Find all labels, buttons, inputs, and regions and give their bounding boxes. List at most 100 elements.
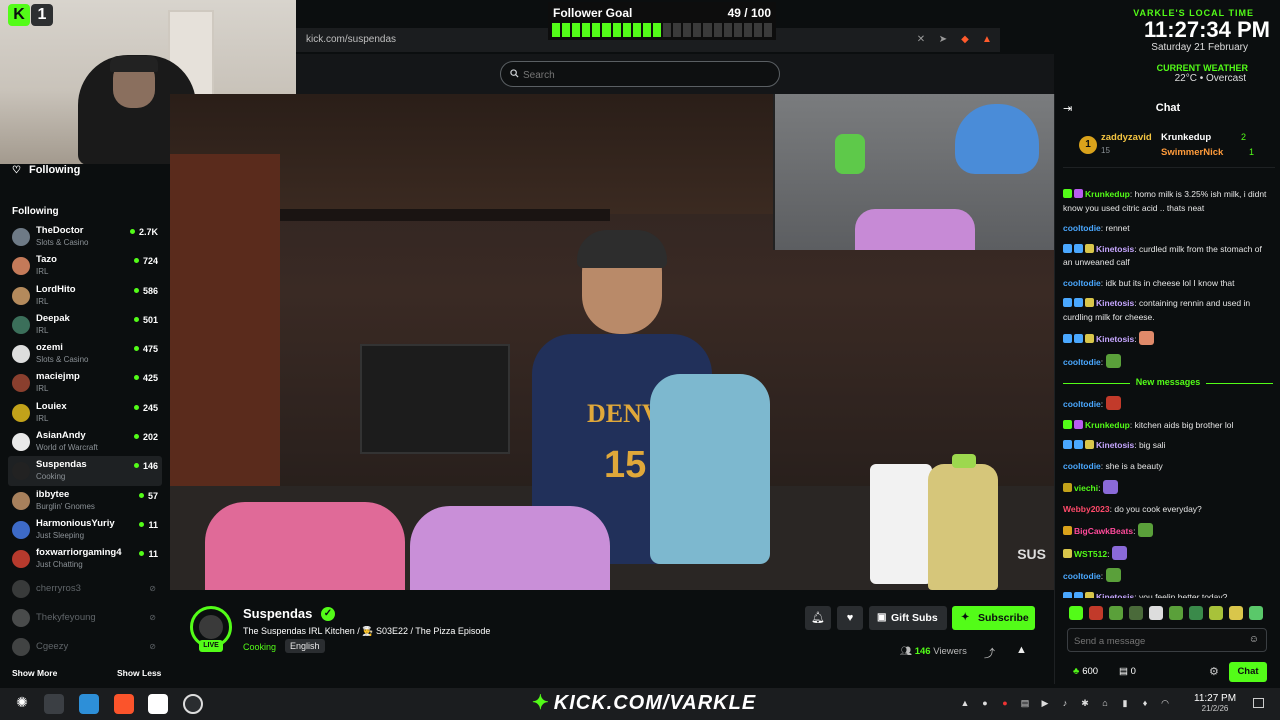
chat-message[interactable]: cooltodie: <box>1063 396 1273 412</box>
file-manager-icon[interactable] <box>44 694 64 714</box>
chat-message[interactable]: viechi: <box>1063 480 1273 496</box>
volume-tray-icon[interactable]: ♪ <box>1060 698 1070 708</box>
emote-shortcut-icon[interactable] <box>1109 606 1123 620</box>
emoji-icon[interactable]: ☺ <box>1249 634 1259 645</box>
stream-category[interactable]: Cooking <box>243 642 276 652</box>
chat-username[interactable]: Kinetosis <box>1096 298 1134 308</box>
leaderboard-user-3[interactable]: SwimmerNick <box>1161 147 1223 158</box>
sidebar-channel-item[interactable]: TheDoctor Slots & Casino 2.7K <box>8 222 162 251</box>
chat-message[interactable]: Kinetosis: big sali <box>1063 439 1273 453</box>
channel-points[interactable]: ♣ 600 <box>1073 666 1098 677</box>
show-desktop-icon[interactable] <box>1253 698 1264 708</box>
chat-username[interactable]: cooltodie <box>1063 278 1101 288</box>
chat-username[interactable]: cooltodie <box>1063 223 1101 233</box>
chat-message[interactable]: Krunkedup: kitchen aids big brother lol <box>1063 419 1273 433</box>
video-player[interactable]: DENVER 15 SUS <box>170 94 1054 590</box>
mute-icon[interactable]: ✕ <box>914 32 928 46</box>
bluetooth-tray-icon[interactable]: ✱ <box>1080 698 1090 708</box>
taskbar-clock[interactable]: 11:27 PM 21/2/26 <box>1194 694 1236 714</box>
rewards-icon[interactable]: ▲ <box>980 32 994 46</box>
inventory[interactable]: ▤ 0 <box>1119 666 1136 677</box>
chat-username[interactable]: Krunkedup <box>1085 420 1130 430</box>
chat-username[interactable]: Webby2023 <box>1063 504 1110 514</box>
sidebar-following-header[interactable]: ♡ Following <box>12 164 80 176</box>
sidebar-channel-item[interactable]: foxwarriorgaming4 Just Chatting 11 <box>8 544 162 573</box>
sidebar-channel-item[interactable]: Suspendas Cooking 146 <box>8 456 162 486</box>
sidebar-channel-item[interactable]: ozemi Slots & Casino 475 <box>8 339 162 368</box>
chat-message[interactable]: cooltodie: <box>1063 568 1273 584</box>
chat-message[interactable]: cooltodie: idk but its in cheese lol I k… <box>1063 277 1273 291</box>
chat-message[interactable]: Kinetosis: curdled milk from the stomach… <box>1063 243 1273 270</box>
chat-message[interactable]: Webby2023: do you cook everyday? <box>1063 503 1273 517</box>
chat-settings-gear-icon[interactable]: ⚙ <box>1209 665 1219 678</box>
leaderboard-user-2[interactable]: Krunkedup <box>1161 132 1211 143</box>
brave-shield-icon[interactable]: ◆ <box>958 32 972 46</box>
chat-message[interactable]: Krunkedup: homo milk is 3.25% ish milk, … <box>1063 188 1273 215</box>
search-bar[interactable] <box>500 61 780 87</box>
emote-shortcut-icon[interactable] <box>1229 606 1243 620</box>
share-icon[interactable]: ⤴ <box>984 645 995 661</box>
chat-message[interactable]: cooltodie: rennet <box>1063 222 1273 236</box>
sidebar-channel-item[interactable]: ibbytee Burglin' Gnomes 57 <box>8 486 162 515</box>
send-chat-button[interactable]: Chat <box>1229 662 1267 682</box>
clipboard-tray-icon[interactable]: ▤ <box>1020 698 1030 708</box>
folder-icon[interactable] <box>79 694 99 714</box>
emote-shortcut-icon[interactable] <box>1249 606 1263 620</box>
sidebar-offline-channel[interactable]: Cgeezy ⊘ <box>8 632 162 661</box>
chat-username[interactable]: WST512 <box>1074 549 1107 559</box>
chat-username[interactable]: cooltodie <box>1063 571 1101 581</box>
emote-shortcut-icon[interactable] <box>1169 606 1183 620</box>
emote-shortcut-icon[interactable] <box>1089 606 1103 620</box>
chat-message[interactable]: cooltodie: she is a beauty <box>1063 460 1273 474</box>
sidebar-channel-item[interactable]: LordHito IRL 586 <box>8 281 162 310</box>
emote-shortcut-icon[interactable] <box>1189 606 1203 620</box>
chat-username[interactable]: Kinetosis <box>1096 592 1134 599</box>
red-dot-tray-icon[interactable]: ● <box>1000 698 1010 708</box>
microphone-tray-icon[interactable]: ♦ <box>1140 698 1150 708</box>
chat-username[interactable]: BigCawkBeats <box>1074 526 1133 536</box>
emote-shortcut-icon[interactable] <box>1149 606 1163 620</box>
emote-shortcut-icon[interactable] <box>1209 606 1223 620</box>
sidebar-channel-item[interactable]: Tazo IRL 724 <box>8 251 162 280</box>
chat-message[interactable]: cooltodie: <box>1063 353 1273 370</box>
show-less-button[interactable]: Show Less <box>117 668 161 678</box>
media-play-tray-icon[interactable]: ▶ <box>1040 698 1050 708</box>
chat-username[interactable]: cooltodie <box>1063 357 1101 367</box>
chat-username[interactable]: Kinetosis <box>1096 244 1134 254</box>
chat-username[interactable]: cooltodie <box>1063 399 1101 409</box>
send-icon[interactable]: ➤ <box>936 32 950 46</box>
chat-username[interactable]: cooltodie <box>1063 461 1101 471</box>
chat-message[interactable]: Kinetosis: containing rennin and used in… <box>1063 297 1273 324</box>
emote-shortcut-icon[interactable] <box>1069 606 1083 620</box>
chat-username[interactable]: Kinetosis <box>1096 440 1134 450</box>
follow-heart-button[interactable]: ♥ <box>837 606 863 630</box>
url-text[interactable]: kick.com/suspendas <box>306 34 396 45</box>
notification-tray-icon[interactable]: ▲ <box>960 698 970 708</box>
stream-language-tag[interactable]: English <box>285 639 325 653</box>
subscribe-button[interactable]: ✦ Subscribe <box>952 606 1035 630</box>
sidebar-channel-item[interactable]: maciejmp IRL 425 <box>8 368 162 397</box>
chat-message-input[interactable] <box>1074 634 1244 648</box>
sidebar-channel-item[interactable]: Deepak IRL 501 <box>8 310 162 339</box>
battery-tray-icon[interactable]: ▮ <box>1120 698 1130 708</box>
sidebar-channel-item[interactable]: Louiex IRL 245 <box>8 398 162 427</box>
report-warning-icon[interactable]: ▲ <box>1016 644 1027 656</box>
chat-input-box[interactable]: ☺ <box>1067 628 1267 652</box>
chat-message-list[interactable]: Krunkedup: homo milk is 3.25% ish milk, … <box>1063 188 1273 598</box>
gift-subs-button[interactable]: ▣ Gift Subs <box>869 606 947 630</box>
launcher-icon[interactable]: ✺ <box>12 694 32 714</box>
chat-message[interactable]: WST512: <box>1063 545 1273 562</box>
chat-message[interactable]: BigCawkBeats: <box>1063 523 1273 539</box>
sidebar-channel-item[interactable]: AsianAndy World of Warcraft 202 <box>8 427 162 456</box>
chat-username[interactable]: Krunkedup <box>1085 189 1130 199</box>
emote-shortcut-icon[interactable] <box>1129 606 1143 620</box>
brave-browser-icon[interactable] <box>114 694 134 714</box>
obs-icon[interactable] <box>183 694 203 714</box>
show-more-button[interactable]: Show More <box>12 668 57 678</box>
wifi-tray-icon[interactable]: ◠ <box>1160 698 1170 708</box>
chat-username[interactable]: Kinetosis <box>1096 334 1134 344</box>
sidebar-channel-item[interactable]: HarmoniousYuriy Just Sleeping 11 <box>8 515 162 544</box>
record-tray-icon[interactable]: ● <box>980 698 990 708</box>
chat-username[interactable]: viechi <box>1074 483 1098 493</box>
chat-message[interactable]: Kinetosis: <box>1063 331 1273 347</box>
